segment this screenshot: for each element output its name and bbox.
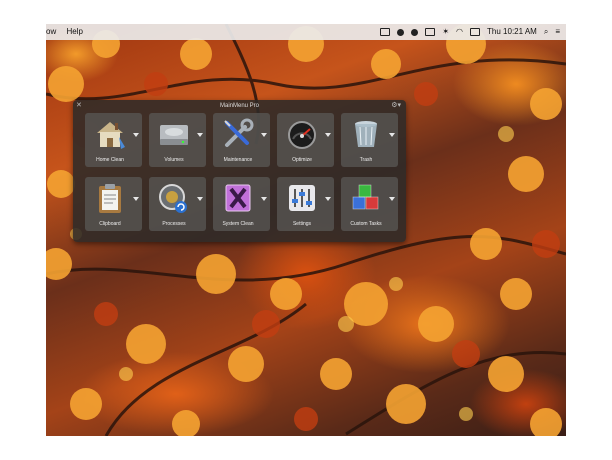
tile-custom-tasks[interactable]: Custom Tasks <box>341 177 398 231</box>
tile-optimize[interactable]: Optimize <box>277 113 334 167</box>
tile-system-clean[interactable]: System Clean <box>213 177 270 231</box>
tile-volumes[interactable]: Volumes <box>149 113 206 167</box>
help-menu[interactable]: Help <box>66 27 82 36</box>
battery-icon[interactable] <box>470 28 481 36</box>
tile-label: Settings <box>292 221 312 227</box>
sliders-icon <box>289 185 315 211</box>
tile-processes[interactable]: Processes <box>149 177 206 231</box>
tile-label: System Clean <box>222 221 254 227</box>
tile-dropdown-arrow[interactable] <box>325 133 331 137</box>
spotlight-search-icon[interactable]: ⌕ <box>544 24 548 40</box>
wrench-screwdriver-icon <box>224 118 254 147</box>
tile-home-clean[interactable]: Home Clean <box>85 113 142 167</box>
wifi-icon[interactable]: ◠ <box>456 24 463 40</box>
tile-label: Custom Tasks <box>350 221 382 227</box>
panel-title: MainMenu Pro <box>219 103 260 109</box>
cloud-status-icon[interactable] <box>411 28 419 36</box>
mainmenu-panel: ✕ MainMenu Pro ⚙▾ Home Clean Volumes Mai… <box>73 100 406 242</box>
tile-label: Home Clean <box>96 157 124 163</box>
tile-label: Trash <box>359 157 373 163</box>
notification-center-icon[interactable]: ≡ <box>555 24 560 40</box>
sync-status-icon[interactable] <box>397 28 405 36</box>
hard-drive-icon <box>160 125 188 145</box>
trash-can-icon <box>355 121 377 147</box>
tile-dropdown-arrow[interactable] <box>197 197 203 201</box>
app-menu-fragment[interactable]: ow <box>46 27 56 36</box>
house-broom-icon <box>97 122 125 149</box>
bluetooth-icon[interactable]: ✶ <box>442 24 449 40</box>
clipboard-icon <box>99 184 121 213</box>
tile-dropdown-arrow[interactable] <box>389 197 395 201</box>
menu-bar: ow Help ✶ ◠ Thu 10:21 AM ⌕ ≡ <box>46 24 566 40</box>
tile-maintenance[interactable]: Maintenance <box>213 113 270 167</box>
tile-clipboard[interactable]: Clipboard <box>85 177 142 231</box>
tile-dropdown-arrow[interactable] <box>325 197 331 201</box>
cubes-icon <box>352 184 379 210</box>
tile-dropdown-arrow[interactable] <box>197 133 203 137</box>
tile-dropdown-arrow[interactable] <box>261 133 267 137</box>
tile-trash[interactable]: Trash <box>341 113 398 167</box>
tile-dropdown-arrow[interactable] <box>389 133 395 137</box>
tile-label: Processes <box>162 221 186 227</box>
tile-label: Clipboard <box>99 221 121 227</box>
tile-dropdown-arrow[interactable] <box>133 197 139 201</box>
mainmenu-status-icon[interactable] <box>380 28 391 36</box>
tile-dropdown-arrow[interactable] <box>133 133 139 137</box>
tile-dropdown-arrow[interactable] <box>261 197 267 201</box>
tile-label: Maintenance <box>223 157 253 163</box>
tile-settings[interactable]: Settings <box>277 177 334 231</box>
system-clean-icon <box>225 184 251 212</box>
menubar-clock[interactable]: Thu 10:21 AM <box>487 24 537 40</box>
processes-gear-icon <box>159 184 187 213</box>
tile-label: Optimize <box>292 157 312 163</box>
tile-label: Volumes <box>164 157 184 163</box>
display-status-icon[interactable] <box>425 28 436 36</box>
settings-gear-icon[interactable]: ⚙▾ <box>391 101 401 111</box>
speedometer-icon <box>288 121 316 149</box>
